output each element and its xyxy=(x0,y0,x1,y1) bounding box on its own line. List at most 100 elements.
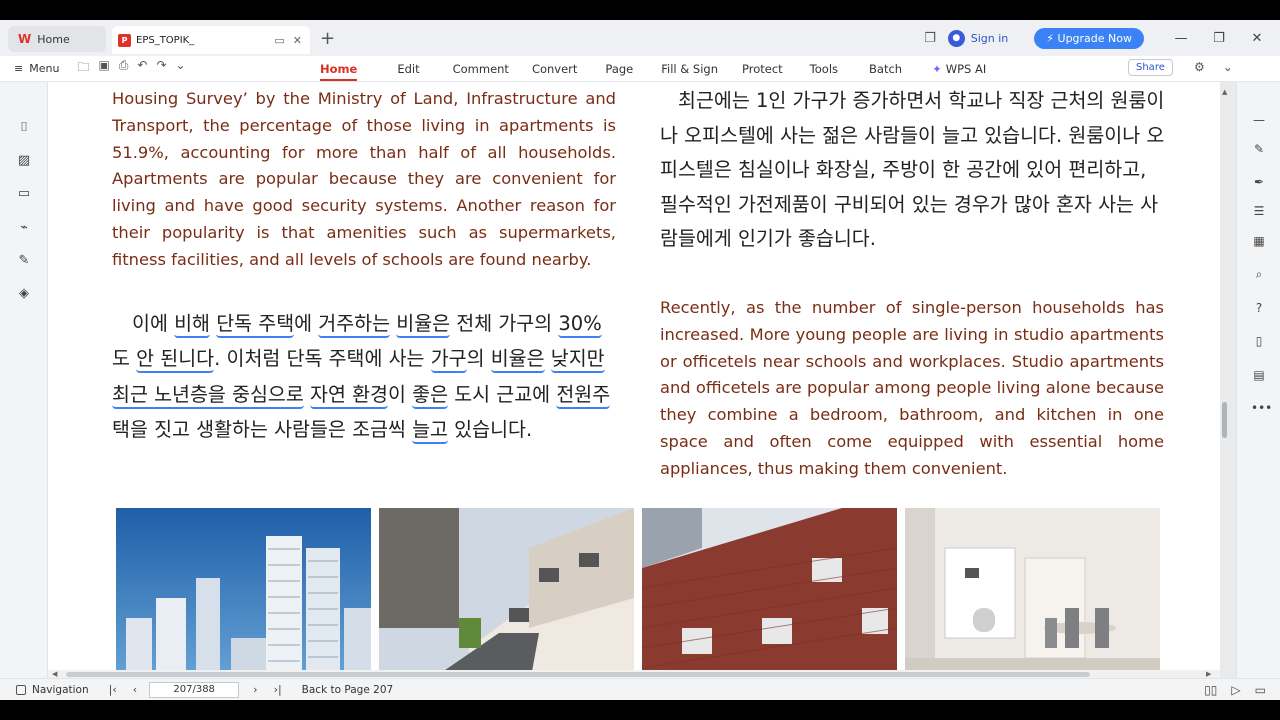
print-icon[interactable]: ⎙ xyxy=(119,58,129,79)
play-icon[interactable]: ▷ xyxy=(1231,683,1240,697)
previous-page-icon[interactable]: ‹ xyxy=(133,683,137,696)
tab-home-label: Home xyxy=(37,32,70,46)
page-number-input[interactable]: 207/388 xyxy=(149,681,240,698)
undo-icon[interactable]: ↶ xyxy=(137,58,147,79)
english-paragraph-right: Recently, as the number of single-person… xyxy=(660,298,1164,478)
tab-document[interactable]: P EPS_TOPIK_ ▭ ✕ xyxy=(112,26,310,54)
sparkle-icon: ✦ xyxy=(932,62,942,76)
layers-icon[interactable]: ◈ xyxy=(16,286,32,302)
hamburger-icon: ≡ xyxy=(14,62,24,75)
tab-ribbon-protect[interactable]: Protect xyxy=(742,56,783,82)
last-page-icon[interactable]: ›| xyxy=(274,683,282,696)
first-page-icon[interactable]: |‹ xyxy=(109,683,117,696)
edit-icon[interactable]: ✎ xyxy=(1251,141,1267,157)
ribbon: ≡ Menu 🗀 ▣ ⎙ ↶ ↷ ⌄ Home Edit Comment Con… xyxy=(0,56,1280,82)
tab-ribbon-home[interactable]: Home xyxy=(320,56,358,82)
underlined-word: 좋은 xyxy=(412,382,449,409)
ribbon-collapse-icon[interactable]: ⌄ xyxy=(1223,60,1233,74)
close-tab-icon[interactable]: ✕ xyxy=(293,34,302,47)
tab-ribbon-batch[interactable]: Batch xyxy=(869,56,902,82)
photo-hillside-street xyxy=(379,508,634,686)
wps-logo-icon: W xyxy=(18,32,32,46)
more-icon[interactable]: ••• xyxy=(1251,400,1272,416)
scroll-up-icon[interactable]: ▲ xyxy=(1222,88,1227,96)
sign-in-button[interactable]: ● Sign in xyxy=(947,29,1009,47)
right-sidebar: — ✎ ✒ ☰ ▦ ⌕ ? ▯ ▤ ••• xyxy=(1236,82,1280,678)
horizontal-scroll-thumb[interactable] xyxy=(66,672,1090,677)
tab-home[interactable]: W Home xyxy=(8,26,106,52)
thumbnail-icon[interactable]: ▨ xyxy=(16,153,32,169)
pdf-icon: P xyxy=(118,33,131,47)
navigation-button[interactable]: Navigation xyxy=(16,684,89,696)
help-icon[interactable]: ? xyxy=(1251,300,1267,316)
vertical-scroll-thumb[interactable] xyxy=(1222,402,1227,438)
underlined-word: 가구 xyxy=(430,347,467,374)
share-button[interactable]: Share xyxy=(1128,59,1173,76)
upgrade-button[interactable]: ⚡ Upgrade Now xyxy=(1034,27,1144,49)
more-dropdown-icon[interactable]: ⌄ xyxy=(176,58,186,79)
navigation-pane-icon xyxy=(16,684,26,695)
close-window-icon[interactable]: ✕ xyxy=(1244,31,1270,46)
tab-ribbon-convert[interactable]: Convert xyxy=(532,56,577,82)
restore-icon[interactable]: ❐ xyxy=(1206,31,1232,46)
photo-apartment-towers xyxy=(116,508,371,686)
underlined-word: 비율은 xyxy=(396,312,451,338)
underlined-word: 늘고 xyxy=(412,417,448,444)
document-icon[interactable]: ▤ xyxy=(1251,367,1267,383)
tab-ribbon-wps-ai[interactable]: ✦ WPS AI xyxy=(932,56,986,82)
pen-icon[interactable]: ✒ xyxy=(1251,174,1267,190)
settings-gear-icon[interactable]: ⚙ xyxy=(1194,60,1205,74)
window-list-icon[interactable]: ❐ xyxy=(924,31,936,46)
korean-paragraph-left: 이에 비해 단독 주택에 거주하는 비율은 전체 가구의 30% 도 안 된니다… xyxy=(112,306,618,447)
save-icon[interactable]: ▣ xyxy=(98,58,109,79)
tab-ribbon-page[interactable]: Page xyxy=(605,56,633,82)
tab-ribbon-fill-sign[interactable]: Fill & Sign xyxy=(661,56,718,82)
grid-icon[interactable]: ▦ xyxy=(1251,233,1267,249)
tab-document-label: EPS_TOPIK_ xyxy=(136,34,195,46)
reading-mode-icon[interactable]: ▯▯ xyxy=(1204,683,1217,697)
document-viewport[interactable]: Housing Survey’ by the Ministry of Land,… xyxy=(48,82,1236,686)
korean-paragraph-right: 최근에는 1인 가구가 증가하면서 학교나 직장 근처의 원룸이나 오피스텔에 … xyxy=(660,89,1165,250)
horizontal-scrollbar[interactable]: ◀ ▶ xyxy=(48,670,1220,678)
underlined-word: 자연 환경 xyxy=(310,382,388,409)
underlined-word: 안 된니다 xyxy=(136,347,215,374)
tab-ribbon-edit[interactable]: Edit xyxy=(397,56,419,82)
underlined-word: 단독 주택 xyxy=(216,312,295,338)
next-page-icon[interactable]: › xyxy=(253,683,257,696)
open-folder-icon[interactable]: 🗀 xyxy=(77,58,89,79)
menu-button[interactable]: ≡ Menu xyxy=(14,62,59,75)
tab-bar: W Home P EPS_TOPIK_ ▭ ✕ + ❐ ● Sign in ⚡ … xyxy=(0,20,1280,56)
redo-icon[interactable]: ↷ xyxy=(156,58,166,79)
new-tab-button[interactable]: + xyxy=(320,28,335,49)
search-icon[interactable]: ⌕ xyxy=(1251,266,1267,282)
attachment-icon[interactable]: ⌁ xyxy=(16,220,32,236)
monitor-icon[interactable]: ▭ xyxy=(274,34,284,47)
left-sidebar: ⌷ ▨ ▭ ⌁ ✎ ◈ xyxy=(0,82,48,678)
photo-studio-interior xyxy=(905,508,1160,686)
bookmark-icon[interactable]: ⌷ xyxy=(16,120,32,136)
minus-icon[interactable]: — xyxy=(1251,112,1267,128)
tab-ribbon-comment[interactable]: Comment xyxy=(453,56,509,82)
back-to-page-link[interactable]: Back to Page 207 xyxy=(302,684,394,696)
upgrade-label: Upgrade Now xyxy=(1057,31,1132,45)
underlined-word: 비율은 xyxy=(490,347,545,374)
book-icon[interactable]: ▯ xyxy=(1251,333,1267,349)
avatar-icon: ● xyxy=(947,29,965,47)
underlined-word: 전원주 xyxy=(556,382,611,409)
list-icon[interactable]: ☰ xyxy=(1251,203,1267,219)
sign-in-label: Sign in xyxy=(970,31,1009,45)
underlined-word: 거주하는 xyxy=(318,312,391,338)
minimize-icon[interactable]: — xyxy=(1168,31,1194,46)
scroll-left-icon[interactable]: ◀ xyxy=(52,670,57,678)
ribbon-tabs: Home Edit Comment Convert Page Fill & Si… xyxy=(320,56,986,82)
underlined-word: 낮지만 xyxy=(550,347,605,374)
comment-icon[interactable]: ▭ xyxy=(16,186,32,202)
underlined-word: 비해 xyxy=(174,312,210,338)
menu-label: Menu xyxy=(29,62,60,75)
scroll-right-icon[interactable]: ▶ xyxy=(1206,670,1211,678)
signature-icon[interactable]: ✎ xyxy=(16,253,32,269)
tab-ribbon-tools[interactable]: Tools xyxy=(810,56,838,82)
fit-page-icon[interactable]: ▭ xyxy=(1255,683,1266,697)
navigation-label: Navigation xyxy=(32,683,89,696)
vertical-scrollbar[interactable]: ▲ xyxy=(1222,88,1228,672)
